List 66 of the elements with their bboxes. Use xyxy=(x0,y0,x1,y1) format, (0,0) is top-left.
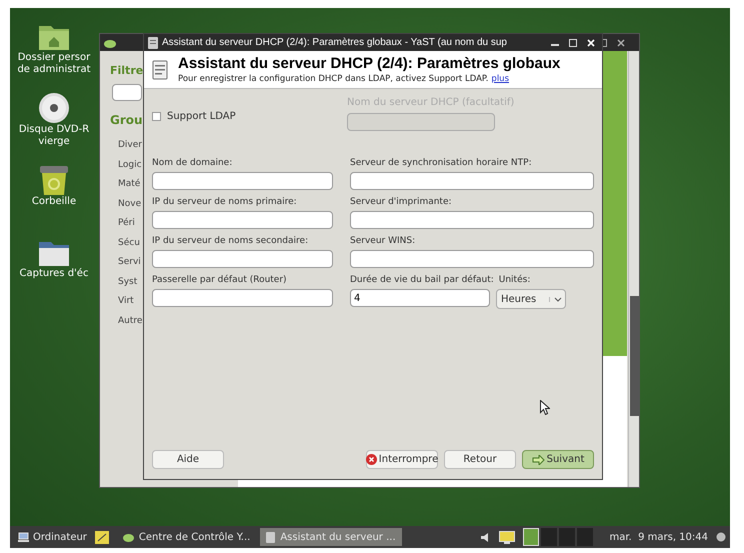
checkbox[interactable] xyxy=(152,112,161,121)
input-field[interactable] xyxy=(152,211,333,229)
next-button[interactable]: Suivant xyxy=(522,450,594,469)
field-label: Durée de vie du bail par défaut: xyxy=(350,274,494,287)
cancel-icon xyxy=(366,454,377,465)
group-item[interactable]: Péri xyxy=(118,217,135,230)
group-item[interactable]: Syst xyxy=(118,276,138,289)
form-icon xyxy=(152,60,168,80)
app-icon xyxy=(122,532,134,542)
window-title: Assistant du serveur DHCP (2/4): Paramètres globaux - YaST (au nom du sup xyxy=(162,36,507,50)
group-item[interactable]: Maté xyxy=(118,178,140,192)
field-label: IP du serveur de noms secondaire: xyxy=(152,235,310,248)
icon-label: vierge xyxy=(38,136,70,148)
arrow-right-icon xyxy=(532,454,545,464)
input-field[interactable] xyxy=(152,250,333,268)
computer-icon xyxy=(18,532,29,542)
taskbar-item[interactable]: Centre de Contrôle Y... xyxy=(116,528,256,546)
section-heading: Filtre xyxy=(110,63,144,79)
field-label: Passerelle par défaut (Router) xyxy=(152,274,288,287)
speaker-icon[interactable] xyxy=(481,532,490,542)
field-label: Serveur d'imprimante: xyxy=(350,196,453,209)
monitor-icon[interactable] xyxy=(499,530,516,544)
clock: mar. 9 mars, 10:44 xyxy=(609,530,708,544)
window-icon xyxy=(266,532,276,542)
field-label: Serveur WINS: xyxy=(350,235,416,248)
help-text: Pour enregistrer la configuration DHCP dans LDAP, activez Support LDAP. xyxy=(178,74,488,84)
group-item[interactable]: Autre xyxy=(118,314,142,328)
icon-label: Corbeille xyxy=(32,196,76,208)
icon-label: Disque DVD-R xyxy=(18,124,90,136)
input-field[interactable] xyxy=(350,211,594,229)
input-field[interactable] xyxy=(350,172,594,190)
abort-button[interactable]: Interrompre xyxy=(366,450,438,469)
group-item[interactable]: Virt xyxy=(118,295,134,308)
workspace-switcher[interactable] xyxy=(523,528,594,546)
scrollbar[interactable] xyxy=(628,51,639,487)
icon-label: de administrat xyxy=(17,64,91,76)
back-button[interactable]: Retour xyxy=(444,450,516,469)
maximize-button[interactable] xyxy=(566,38,580,46)
group-item[interactable]: Nove xyxy=(118,198,142,211)
dialog-title: Assistant du serveur DHCP (2/4): Paramètres globaux xyxy=(178,54,560,72)
window-icon xyxy=(148,36,158,48)
group-item[interactable]: Logic xyxy=(118,158,142,172)
filter-field[interactable] xyxy=(112,84,142,101)
input-field[interactable] xyxy=(350,250,594,268)
checkbox-label: Support LDAP xyxy=(167,110,236,124)
input-field[interactable] xyxy=(152,289,333,307)
group-item[interactable]: Sécu xyxy=(118,236,140,250)
icon-label: Dossier persor xyxy=(18,52,90,64)
more-link[interactable]: plus xyxy=(491,74,509,84)
field-label: IP du serveur de noms primaire: xyxy=(152,196,298,209)
units-dropdown[interactable]: Heures xyxy=(496,289,566,309)
notes-icon[interactable] xyxy=(94,530,109,544)
group-item[interactable]: Servi xyxy=(118,256,141,270)
field-label: Unités: xyxy=(498,274,530,287)
help-button[interactable]: Aide xyxy=(152,450,224,469)
tray-icon[interactable] xyxy=(716,532,726,542)
start-button[interactable]: Ordinateur xyxy=(14,526,91,548)
input-field[interactable] xyxy=(152,172,333,190)
section-heading: Grou xyxy=(110,112,143,129)
field-label: Serveur de synchronisation horaire NTP: xyxy=(350,157,533,170)
app-icon xyxy=(104,38,116,48)
input-field[interactable]: 4 xyxy=(350,289,490,307)
field-label: Nom de domaine: xyxy=(152,157,234,170)
group-item[interactable]: Diver xyxy=(118,139,142,152)
icon-label: Captures d'éc xyxy=(20,268,88,280)
mouse-pointer-icon xyxy=(540,400,550,415)
